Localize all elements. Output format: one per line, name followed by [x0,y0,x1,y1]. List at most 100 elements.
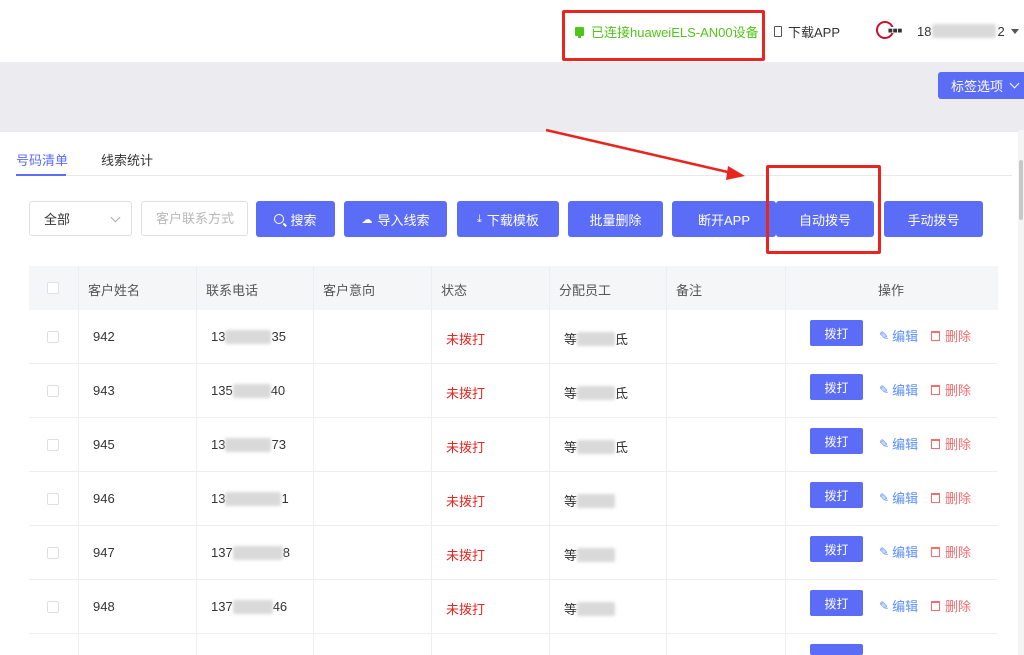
header-intention: 客户意向 [323,283,376,298]
download-app-link[interactable]: 下载APP [774,22,840,40]
select-all-checkbox[interactable] [47,282,59,294]
pencil-icon: ✎ [879,598,890,613]
header-customer-name: 客户姓名 [88,283,141,298]
delete-button[interactable]: 删除 [931,488,971,507]
pencil-icon: ✎ [879,328,890,343]
phone-icon [774,25,782,37]
pencil-icon: ✎ [879,490,890,505]
header-actions: 操作 [878,283,905,298]
dial-button[interactable]: 拨打 [810,482,863,508]
delete-button[interactable]: 删除 [931,596,971,615]
redacted-user-number [932,24,997,38]
row-checkbox[interactable] [47,547,59,559]
manual-dial-button[interactable]: 手动拨号 [884,201,983,237]
company-logo: ■■■ [876,21,905,39]
monitor-icon [575,26,584,38]
dial-button[interactable]: 拨打 [810,590,863,616]
download-app-label: 下载APP [788,24,841,40]
phone-number: 135 40 [211,383,286,398]
user-menu[interactable]: 18 2 [917,22,1019,40]
table-row: 946 13 1 未拨打 等 拨打 ✎ 编辑 删除 [29,472,998,526]
scrollbar-thumb[interactable] [1019,160,1023,220]
assigned-staff: 等氐 [564,439,629,455]
pencil-icon: ✎ [879,544,890,559]
row-checkbox[interactable] [47,385,59,397]
phone-number: 13 73 [211,437,286,452]
customer-name: 942 [93,329,115,344]
phone-number: 13 1 [211,491,289,506]
customer-name: 946 [93,491,115,506]
tab-number-list[interactable]: 号码清单 [16,150,68,169]
download-icon: ⤓ [477,212,482,225]
phone-number: 13 35 [211,329,286,344]
edit-button[interactable]: ✎ 编辑 [879,326,918,345]
assigned-staff: 等氐 [564,331,629,347]
trash-icon [931,330,940,341]
search-button[interactable]: 搜索 [256,201,335,237]
table-row: 942 13 35 未拨打 等氐 拨打 ✎ 编辑 删除 [29,310,998,364]
tag-options-button[interactable]: 标签选项 [938,72,1024,99]
batch-delete-label: 批量删除 [589,212,642,228]
disconnect-app-button[interactable]: 断开APP [672,201,776,237]
connection-status-text: 已连接huaweiELS-AN00设备 [591,24,759,40]
assigned-staff: 等 [564,599,616,618]
row-checkbox[interactable] [47,331,59,343]
row-checkbox[interactable] [47,493,59,505]
call-status: 未拨打 [446,494,486,509]
delete-button[interactable]: 删除 [931,326,971,345]
delete-button[interactable]: 删除 [931,380,971,399]
scope-select-value: 全部 [44,212,71,227]
active-tab-indicator [16,174,66,176]
scope-select[interactable]: 全部 [29,201,132,236]
assigned-staff: 等氐 [564,385,629,401]
call-status: 未拨打 [446,440,486,455]
customer-name: 947 [93,545,115,560]
customer-name: 945 [93,437,115,452]
row-checkbox[interactable] [47,439,59,451]
caret-down-icon [1010,28,1019,34]
customer-name: 948 [93,599,115,614]
device-connection-status[interactable]: 已连接huaweiELS-AN00设备 [575,22,759,40]
manual-dial-label: 手动拨号 [907,212,960,228]
assigned-staff: 等 [564,491,616,510]
dial-button[interactable] [810,644,863,655]
header-status: 状态 [441,283,468,298]
dial-button[interactable]: 拨打 [810,374,863,400]
dial-button[interactable]: 拨打 [810,536,863,562]
table-row: 945 13 73 未拨打 等氐 拨打 ✎ 编辑 删除 [29,418,998,472]
table-row: 943 135 40 未拨打 等氐 拨打 ✎ 编辑 删除 [29,364,998,418]
edit-button[interactable]: ✎ 编辑 [879,434,918,453]
call-status: 未拨打 [446,548,486,563]
edit-button[interactable]: ✎ 编辑 [879,596,918,615]
batch-delete-button[interactable]: 批量删除 [568,201,663,237]
dial-button[interactable]: 拨打 [810,320,863,346]
pencil-icon: ✎ [879,382,890,397]
disconnect-app-label: 断开APP [697,212,750,228]
import-leads-button[interactable]: ☁ 导入线索 [344,201,447,237]
edit-button[interactable]: ✎ 编辑 [879,380,918,399]
dial-button[interactable]: 拨打 [810,428,863,454]
table-row: 947 137 8 未拨打 等 拨打 ✎ 编辑 删除 [29,526,998,580]
edit-button[interactable]: ✎ 编辑 [879,488,918,507]
contact-search-input[interactable] [141,201,248,236]
download-template-button[interactable]: ⤓ 下载模板 [457,201,559,237]
edit-button[interactable]: ✎ 编辑 [879,542,918,561]
trash-icon [931,384,940,395]
import-leads-label: 导入线索 [377,212,430,228]
user-phone-prefix: 18 [917,23,932,39]
tag-options-label: 标签选项 [951,79,1004,94]
header-note: 备注 [676,283,703,298]
download-template-label: 下载模板 [486,212,539,228]
cloud-upload-icon: ☁ [361,213,373,226]
table-row: 948 137 46 未拨打 等 拨打 ✎ 编辑 删除 [29,580,998,634]
row-checkbox[interactable] [47,601,59,613]
tab-lead-stats[interactable]: 线索统计 [101,150,153,169]
chevron-down-icon [110,212,121,223]
delete-button[interactable]: 删除 [931,542,971,561]
call-status: 未拨打 [446,602,486,617]
svg-text:■■■: ■■■ [888,28,902,34]
phone-number: 137 8 [211,545,290,560]
delete-button[interactable]: 删除 [931,434,971,453]
customer-name: 943 [93,383,115,398]
table-row-partial [29,634,998,655]
